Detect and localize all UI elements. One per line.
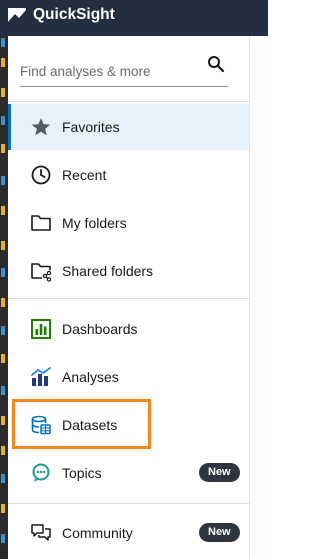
community-icon [31,524,51,541]
analysis-icon [31,367,51,386]
nav-label-recent: Recent [62,167,107,183]
nav-label-my-folders: My folders [62,215,127,231]
divider [8,298,249,299]
nav-label-community: Community [62,525,133,541]
topics-icon [32,463,50,482]
nav-label-shared-folders: Shared folders [62,263,154,279]
divider [8,503,249,504]
nav-label-analyses: Analyses [62,369,119,385]
app-title[interactable]: QuickSight [33,4,115,26]
search-icon[interactable] [207,55,225,73]
divider [8,101,249,102]
new-badge: New [199,523,240,542]
star-icon [31,118,51,136]
new-badge: New [199,463,240,482]
nav-label-favorites: Favorites [62,119,120,135]
background-edge-left [0,36,8,559]
nav-item-my-folders[interactable]: My folders [8,200,249,246]
folder-icon [31,215,51,231]
dashboard-icon [31,319,51,339]
search-field[interactable] [20,55,228,87]
shared-folder-icon [31,263,52,282]
nav-item-analyses[interactable]: Analyses [8,354,249,400]
nav-item-favorites[interactable]: Favorites [8,104,249,150]
nav-item-topics[interactable]: Topics New [8,450,249,496]
nav-item-shared-folders[interactable]: Shared folders [8,248,249,294]
datasets-highlight-box [12,399,151,449]
nav-item-dashboards[interactable]: Dashboards [8,306,249,352]
clock-icon [31,165,51,185]
background-edge-right [249,36,268,559]
nav-label-topics: Topics [62,465,102,481]
nav-item-recent[interactable]: Recent [8,152,249,198]
search-input[interactable] [20,61,200,81]
nav-item-community[interactable]: Community New [8,510,249,556]
nav-label-dashboards: Dashboards [62,321,138,337]
top-bar: QuickSight [0,0,268,36]
quicksight-logo-icon[interactable] [7,5,27,25]
